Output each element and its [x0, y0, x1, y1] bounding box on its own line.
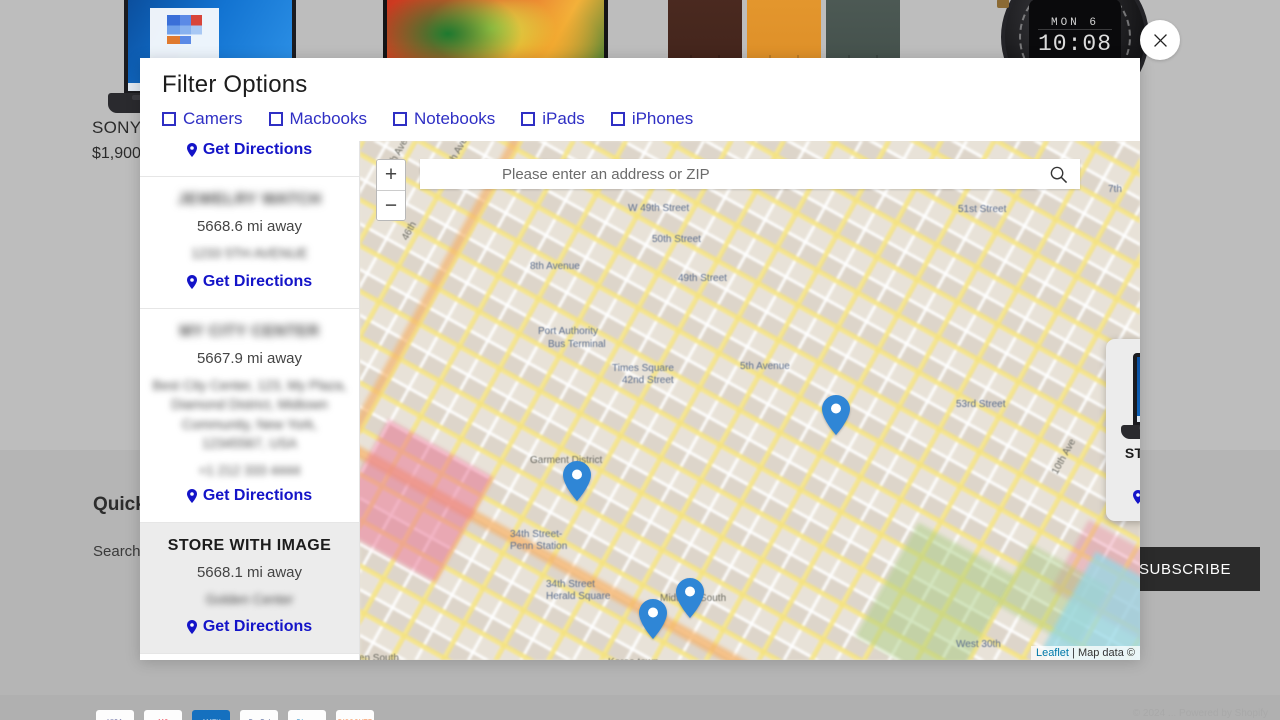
popup-store-image — [1121, 353, 1140, 439]
filter-label-camers: Camers — [183, 109, 243, 128]
modal-title: Filter Options — [162, 71, 308, 98]
map-zoom-controls[interactable]: + − — [376, 159, 406, 221]
store-address: Golden Center — [205, 591, 294, 607]
get-directions-label: Get Directions — [202, 618, 313, 636]
filter-option-ipads[interactable]: iPads — [521, 109, 585, 129]
map-marker[interactable] — [563, 461, 591, 501]
map-street-label: 53rd Street — [956, 399, 1006, 410]
map-pin-icon — [186, 488, 197, 503]
get-directions-link[interactable]: Get Directions — [186, 618, 313, 636]
filter-option-iphones[interactable]: iPhones — [610, 109, 694, 129]
map-street-label: 7th — [1108, 184, 1122, 195]
map-marker[interactable] — [639, 599, 667, 639]
store-name: STORE WITH IMAGE — [167, 536, 332, 554]
map-street-label: Times Square — [612, 363, 674, 374]
filter-option-macbooks[interactable]: Macbooks — [268, 109, 367, 129]
store-list-item[interactable]: MY CITY CENTER 5667.9 mi away Best City … — [140, 309, 359, 523]
map-pin-icon — [186, 620, 197, 635]
get-directions-label: Get Directions — [202, 486, 313, 504]
filter-label-ipads: iPads — [542, 109, 585, 128]
checkbox-iphones[interactable] — [610, 112, 625, 126]
map-street-label: W 49th Street — [628, 203, 690, 214]
store-list-item-selected[interactable]: STORE WITH IMAGE 5668.1 mi away Golden C… — [140, 522, 359, 655]
get-directions-label: Get Directions — [202, 141, 313, 158]
popup-store-subtitle: Golden Center — [1118, 466, 1140, 480]
store-distance: 5667.9 mi away — [196, 349, 303, 367]
checkbox-notebooks[interactable] — [393, 112, 407, 126]
map-street-label: rden South — [360, 653, 399, 660]
get-directions-label: Get Directions — [202, 272, 313, 290]
filter-label-macbooks: Macbooks — [289, 109, 367, 128]
map-street-label: 5th Avenue — [740, 361, 790, 372]
filter-label-iphones: iPhones — [631, 109, 694, 128]
map-street-label: Korea town — [608, 657, 659, 660]
get-directions-link[interactable]: Get Directions — [186, 272, 313, 291]
store-list-item[interactable]: JEWELRY WATCH 5668.6 mi away 1233 5TH AV… — [140, 177, 359, 309]
map-marker[interactable] — [822, 395, 850, 435]
store-address: Best City Center, 123, My Plaza, Diamond… — [152, 377, 347, 452]
store-phone: +1 212 333 4444 — [198, 462, 301, 478]
map-attribution: Leaflet | Map data © — [1030, 646, 1140, 660]
map-street-label: Port Authority — [538, 326, 599, 337]
filter-checkbox-row: Camers Macbooks Notebooks iPads iPhones — [140, 99, 1140, 141]
map-container[interactable]: Hell's Kitchen7thW 49th Street50th Stree… — [360, 141, 1140, 660]
modal-overlay: Filter Options Camers Macbooks Notebooks — [0, 0, 1280, 720]
checkbox-camers[interactable] — [162, 112, 176, 126]
map-marker[interactable] — [676, 578, 704, 618]
filter-label-notebooks: Notebooks — [414, 109, 496, 128]
map-street-label: 34th Street- — [510, 529, 563, 540]
store-distance: 5668.6 mi away — [196, 218, 303, 235]
popup-get-directions-link[interactable]: Get Directions — [1133, 488, 1140, 506]
map-street-label: West 30th — [956, 639, 1001, 650]
filter-option-notebooks[interactable]: Notebooks — [393, 109, 495, 129]
map-popup: × STORE WITH IMAGE — [1106, 339, 1140, 521]
page-root: SEIKO MON 6 10:08 SONY $1,900 Quick Sear… — [0, 0, 1280, 720]
attribution-separator: | — [1068, 647, 1078, 659]
checkbox-macbooks[interactable] — [268, 112, 283, 126]
modal-header: Filter Options — [140, 58, 1140, 99]
map-street-label: Herald Square — [546, 591, 611, 602]
map-street-label: 51st Street — [958, 204, 1007, 215]
map-street-label: 34th Street — [546, 579, 595, 590]
get-directions-link[interactable]: Get Directions — [186, 486, 313, 505]
store-address: 1233 5TH AVENUE — [191, 246, 308, 261]
store-name: JEWELRY WATCH — [177, 191, 322, 208]
search-button[interactable] — [1036, 159, 1080, 189]
modal-body: Get Directions JEWELRY WATCH 5668.6 mi a… — [140, 141, 1140, 660]
popup-store-name: STORE WITH IMAGE — [1124, 445, 1140, 461]
get-directions-link[interactable]: Get Directions — [186, 141, 313, 159]
store-locator-modal: Filter Options Camers Macbooks Notebooks — [140, 58, 1140, 660]
store-list[interactable]: Get Directions JEWELRY WATCH 5668.6 mi a… — [140, 141, 360, 660]
zoom-out-button[interactable]: − — [377, 190, 405, 220]
zoom-in-button[interactable]: + — [377, 160, 405, 190]
map-street-label: 50th Street — [652, 234, 701, 245]
address-search-bar[interactable] — [420, 159, 1080, 189]
search-icon — [1050, 166, 1067, 183]
attribution-data: Map data © — [1077, 647, 1135, 659]
checkbox-ipads[interactable] — [521, 112, 536, 126]
close-x-glyph — [1153, 33, 1167, 47]
map-street-label: 49th Street — [678, 273, 727, 284]
store-name: MY CITY CENTER — [179, 322, 320, 340]
close-icon[interactable] — [1140, 20, 1180, 60]
store-distance: 5668.1 mi away — [196, 563, 303, 581]
map-street-label: 8th Avenue — [530, 261, 580, 272]
store-list-item[interactable]: Get Directions — [140, 141, 359, 177]
search-input[interactable] — [420, 159, 1036, 189]
map-pin-icon — [186, 274, 197, 289]
map-street-label: 42nd Street — [622, 375, 674, 386]
filter-option-camers[interactable]: Camers — [162, 109, 243, 129]
map-street-label: Bus Terminal — [548, 339, 606, 350]
map-pin-icon — [186, 143, 197, 157]
map-pin-icon — [1133, 490, 1140, 504]
map-street-label: Penn Station — [510, 541, 568, 552]
leaflet-link[interactable]: Leaflet — [1036, 647, 1069, 659]
